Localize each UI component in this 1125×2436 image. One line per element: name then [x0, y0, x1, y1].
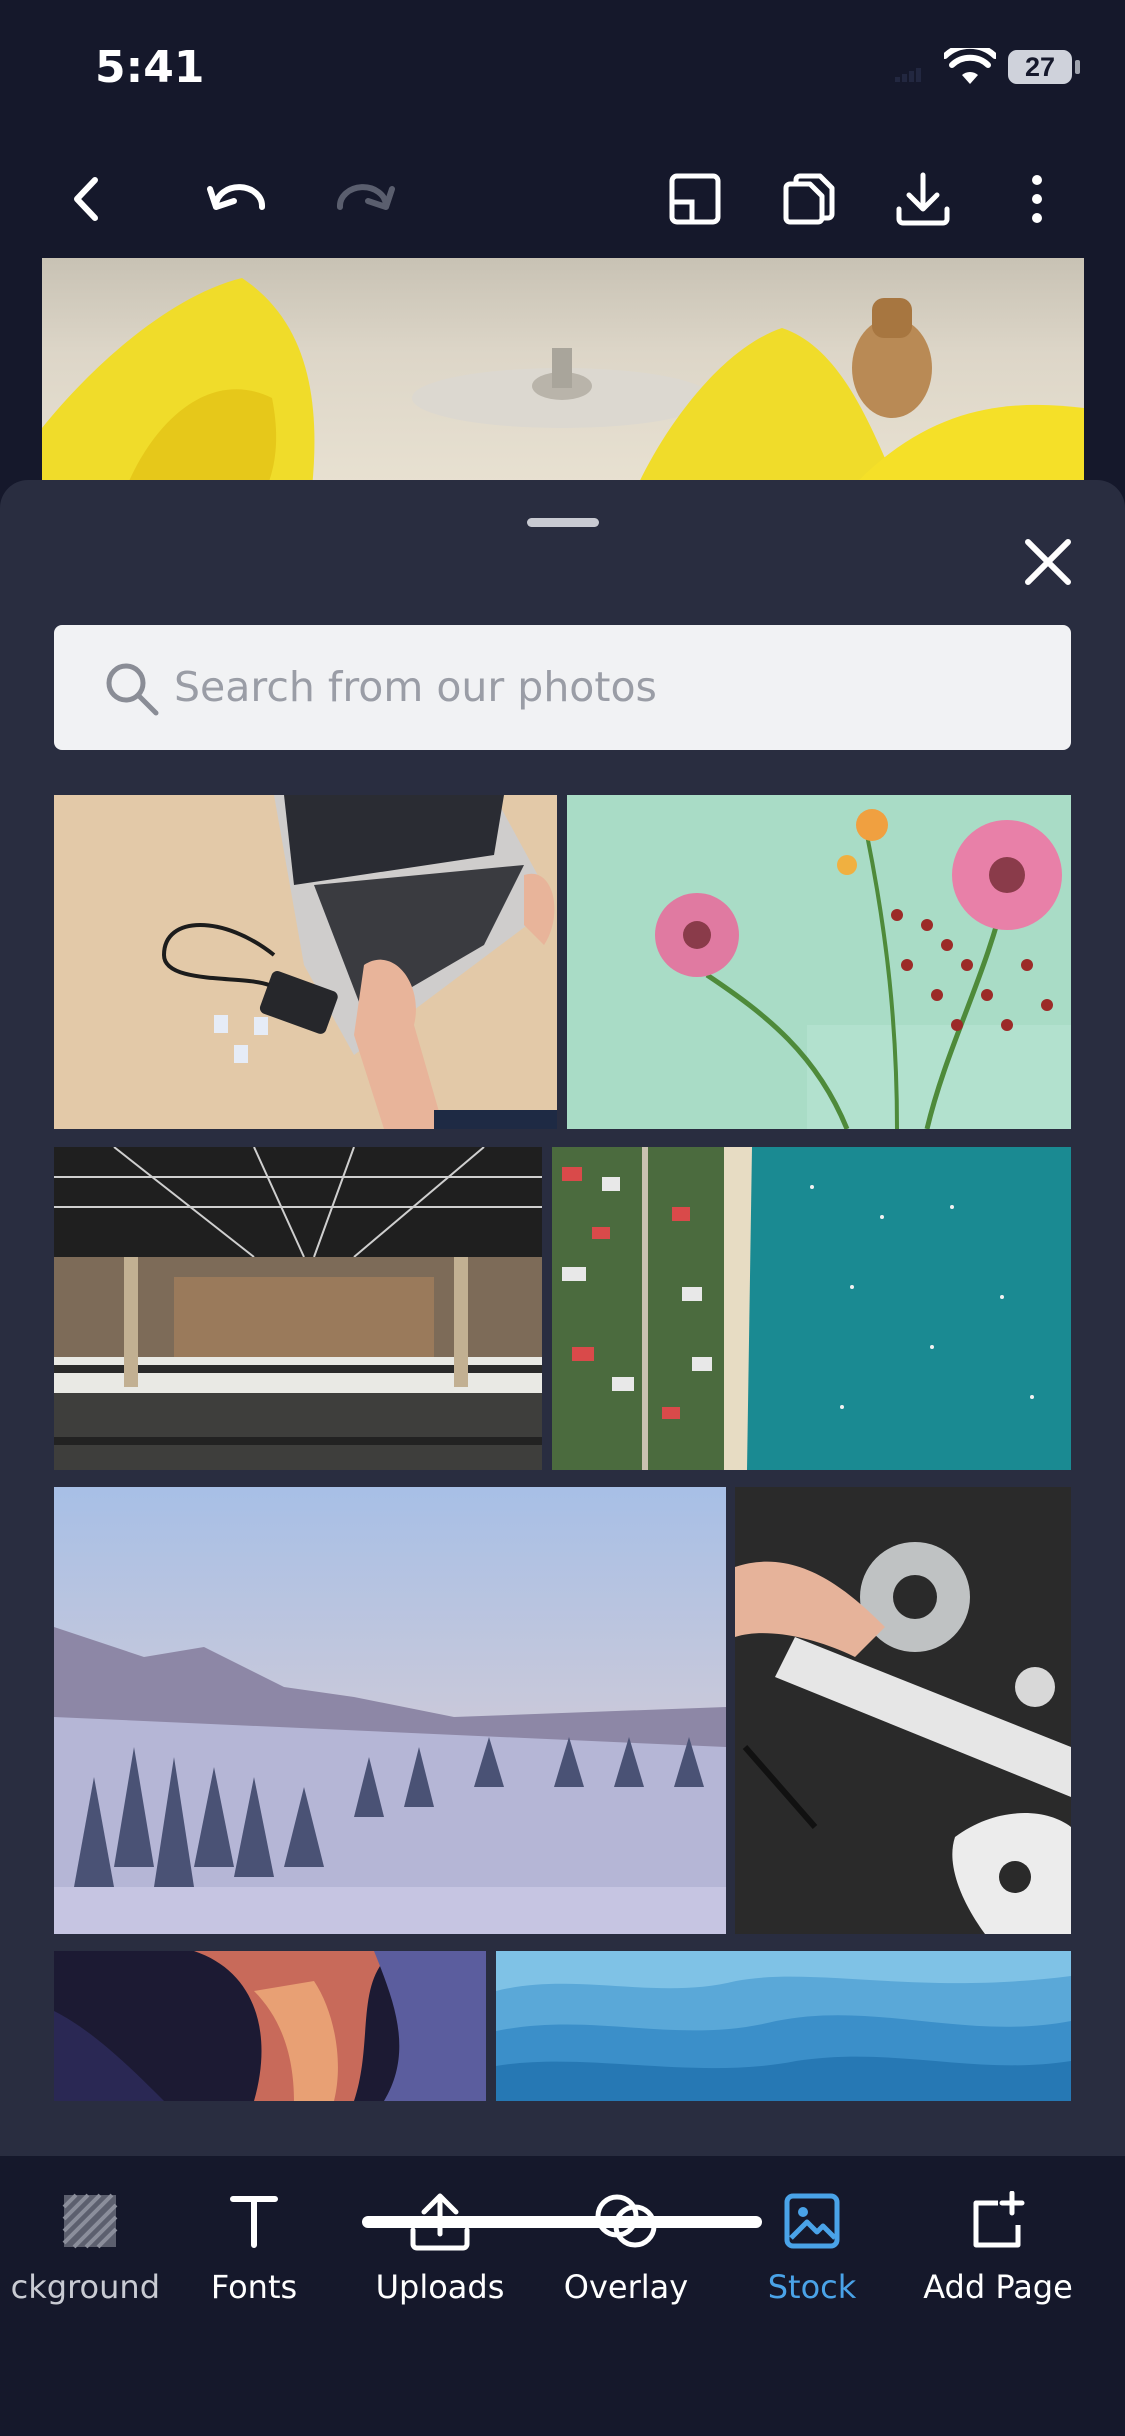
photo-blue-mountains — [496, 1951, 1071, 2101]
stock-photo[interactable] — [496, 1951, 1071, 2101]
photo-canyon — [54, 1951, 486, 2101]
search-icon — [106, 663, 159, 716]
nav-label-overlay: Overlay — [563, 2268, 689, 2306]
nav-background[interactable]: ckground — [0, 2186, 180, 2306]
nav-label-fonts: Fonts — [210, 2268, 298, 2306]
add-page-icon — [973, 2191, 1025, 2248]
nav-label-stock: Stock — [767, 2268, 857, 2306]
status-bar: 5:41 27 — [0, 0, 1125, 140]
more-icon — [1032, 175, 1042, 223]
nav-label-background: ckground — [10, 2268, 160, 2306]
undo-icon — [207, 184, 266, 210]
stock-photo[interactable] — [54, 795, 557, 1129]
resize-button[interactable] — [660, 164, 730, 234]
back-icon — [74, 177, 98, 221]
bottom-nav: ckground Fonts Uploads Overlay Stock Add… — [0, 2156, 1125, 2436]
battery-icon: 27 — [1008, 50, 1072, 84]
redo-icon — [336, 184, 395, 210]
photo-train-station — [54, 1147, 542, 1470]
status-time: 5:41 — [95, 42, 205, 93]
stock-photo[interactable] — [735, 1487, 1071, 1934]
undo-button[interactable] — [202, 164, 272, 234]
battery-nub — [1075, 60, 1080, 74]
nav-uploads[interactable]: Uploads — [350, 2186, 530, 2306]
back-button[interactable] — [52, 164, 122, 234]
nav-label-add-page: Add Page — [923, 2268, 1073, 2306]
nav-add-page[interactable]: Add Page — [908, 2186, 1088, 2306]
nav-overlay[interactable]: Overlay — [536, 2186, 716, 2306]
stock-photo[interactable] — [552, 1147, 1071, 1470]
redo-button[interactable] — [330, 164, 400, 234]
download-button[interactable] — [888, 164, 958, 234]
close-icon[interactable] — [1018, 532, 1078, 592]
photo-aerial-beach — [552, 1147, 1071, 1470]
more-button[interactable] — [1002, 164, 1072, 234]
photo-flowers — [567, 795, 1071, 1129]
text-icon — [230, 2196, 278, 2248]
duplicate-icon — [783, 173, 835, 225]
stock-photo[interactable] — [54, 1951, 486, 2101]
wifi-icon — [944, 48, 996, 84]
download-icon — [896, 172, 950, 226]
battery-level: 27 — [1024, 52, 1056, 82]
nav-fonts[interactable]: Fonts — [164, 2186, 344, 2306]
home-indicator — [362, 2216, 762, 2228]
photo-laptop — [54, 795, 557, 1129]
nav-stock[interactable]: Stock — [722, 2186, 902, 2306]
editor-toolbar — [0, 140, 1125, 258]
photo-snowy-forest — [54, 1487, 726, 1934]
photo-console-repair — [735, 1487, 1071, 1934]
image-icon — [784, 2193, 840, 2249]
stock-photo[interactable] — [567, 795, 1071, 1129]
signal-icon — [895, 64, 925, 82]
resize-icon — [669, 173, 721, 225]
stock-photo[interactable] — [54, 1487, 726, 1934]
design-canvas[interactable] — [42, 258, 1084, 498]
search-input[interactable]: Search from our photos — [54, 625, 1071, 750]
drag-handle[interactable] — [527, 518, 599, 527]
duplicate-button[interactable] — [774, 164, 844, 234]
background-icon — [62, 2193, 118, 2249]
canvas-image — [42, 278, 1084, 498]
stock-photo[interactable] — [54, 1147, 542, 1470]
search-placeholder: Search from our photos — [174, 663, 657, 711]
nav-label-uploads: Uploads — [375, 2268, 505, 2306]
